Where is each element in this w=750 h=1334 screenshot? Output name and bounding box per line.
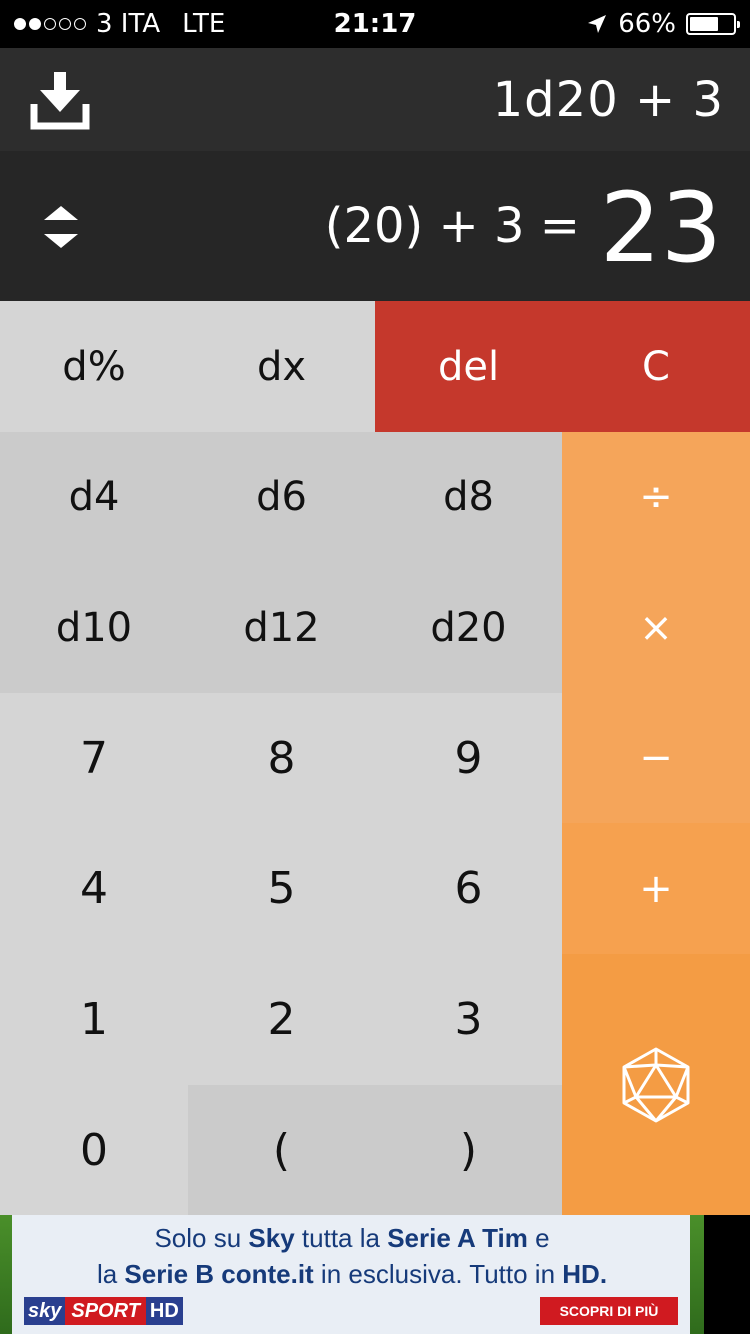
roll-breakdown: (20) + 3 = xyxy=(324,198,580,254)
result-bar: (20) + 3 = 23 xyxy=(0,151,750,301)
d12-key[interactable]: d12 xyxy=(188,562,375,693)
save-roll-button[interactable] xyxy=(30,70,90,132)
digit-0-key[interactable]: 0 xyxy=(0,1085,188,1215)
ad-headline-line2: la Serie B conte.it in esclusiva. Tutto … xyxy=(96,1259,608,1289)
delete-key[interactable]: del xyxy=(375,301,562,432)
digit-6-key[interactable]: 6 xyxy=(375,823,562,954)
status-bar: 3 ITA LTE 21:17 66% xyxy=(0,0,750,48)
multiply-key[interactable]: × xyxy=(562,562,750,693)
swap-display-button[interactable] xyxy=(42,204,80,250)
ad-cta-button[interactable]: SCOPRI DI PIÙ xyxy=(540,1297,678,1325)
close-paren-key[interactable]: ) xyxy=(375,1085,562,1215)
digit-4-key[interactable]: 4 xyxy=(0,823,188,954)
digit-5-key[interactable]: 5 xyxy=(188,823,375,954)
d6-key[interactable]: d6 xyxy=(188,432,375,562)
d20-key[interactable]: d20 xyxy=(375,562,562,693)
d4-key[interactable]: d4 xyxy=(0,432,188,562)
dx-key[interactable]: dx xyxy=(188,301,375,432)
swap-icon xyxy=(44,206,78,248)
digit-8-key[interactable]: 8 xyxy=(188,693,375,823)
digit-9-key[interactable]: 9 xyxy=(375,693,562,823)
roll-button[interactable] xyxy=(562,954,750,1215)
expression-bar: 1d20 + 3 xyxy=(0,48,750,151)
digit-1-key[interactable]: 1 xyxy=(0,954,188,1085)
clear-key[interactable]: C xyxy=(562,301,750,432)
sky-sport-hd-logo: sky SPORT HD xyxy=(24,1297,183,1325)
digit-3-key[interactable]: 3 xyxy=(375,954,562,1085)
digit-2-key[interactable]: 2 xyxy=(188,954,375,1085)
open-paren-key[interactable]: ( xyxy=(188,1085,375,1215)
ad-banner[interactable]: Solo su Sky tutta la Serie A Tim e la Se… xyxy=(0,1215,750,1334)
d-percent-key[interactable]: d% xyxy=(0,301,188,432)
roll-total: 23 xyxy=(599,172,722,284)
location-arrow-icon xyxy=(588,15,607,33)
minus-key[interactable]: − xyxy=(562,693,750,823)
ad-content[interactable]: Solo su Sky tutta la Serie A Tim e la Se… xyxy=(0,1215,704,1334)
d10-key[interactable]: d10 xyxy=(0,562,188,693)
d8-key[interactable]: d8 xyxy=(375,432,562,562)
digit-7-key[interactable]: 7 xyxy=(0,693,188,823)
expression-text: 1d20 + 3 xyxy=(492,72,724,128)
d20-dice-icon xyxy=(622,1047,690,1122)
battery-icon xyxy=(686,13,740,35)
ad-headline-line1: Solo su Sky tutta la Serie A Tim e xyxy=(154,1223,550,1253)
divide-key[interactable]: ÷ xyxy=(562,432,750,562)
plus-key[interactable]: + xyxy=(562,823,750,954)
download-icon xyxy=(30,72,90,130)
battery-percent: 66% xyxy=(618,9,676,39)
